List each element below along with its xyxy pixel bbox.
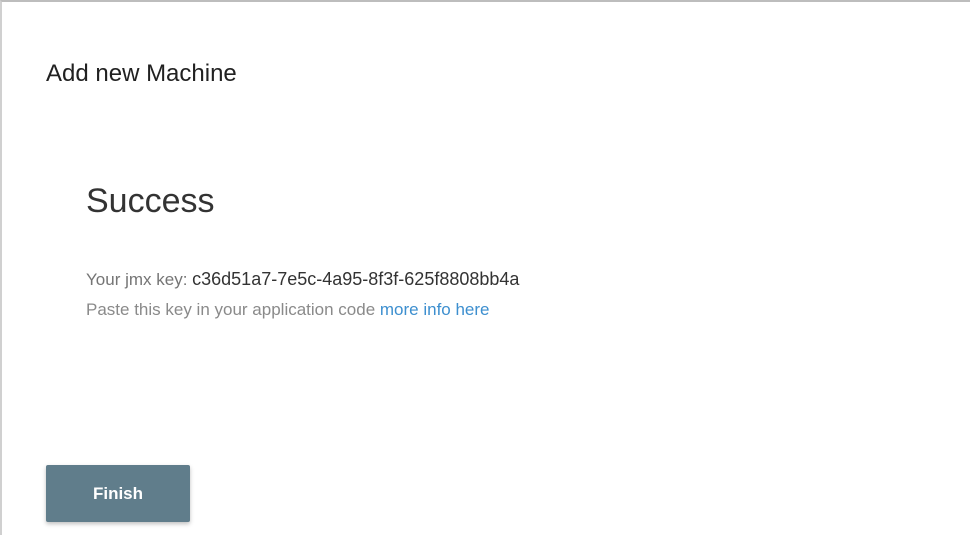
jmx-key-line: Your jmx key: c36d51a7-7e5c-4a95-8f3f-62… bbox=[86, 265, 906, 294]
more-info-link[interactable]: more info here bbox=[380, 300, 490, 319]
info-text: Paste this key in your application code bbox=[86, 300, 380, 319]
jmx-key-label: Your jmx key: bbox=[86, 270, 193, 289]
info-line: Paste this key in your application code … bbox=[86, 298, 906, 322]
success-content: Success Your jmx key: c36d51a7-7e5c-4a95… bbox=[86, 182, 906, 322]
jmx-key-value: c36d51a7-7e5c-4a95-8f3f-625f8808bb4a bbox=[192, 269, 520, 289]
dialog-title: Add new Machine bbox=[46, 60, 237, 87]
success-heading: Success bbox=[86, 182, 215, 220]
add-machine-dialog: Add new Machine Success Your jmx key: c3… bbox=[0, 0, 970, 535]
finish-button[interactable]: Finish bbox=[46, 465, 190, 522]
